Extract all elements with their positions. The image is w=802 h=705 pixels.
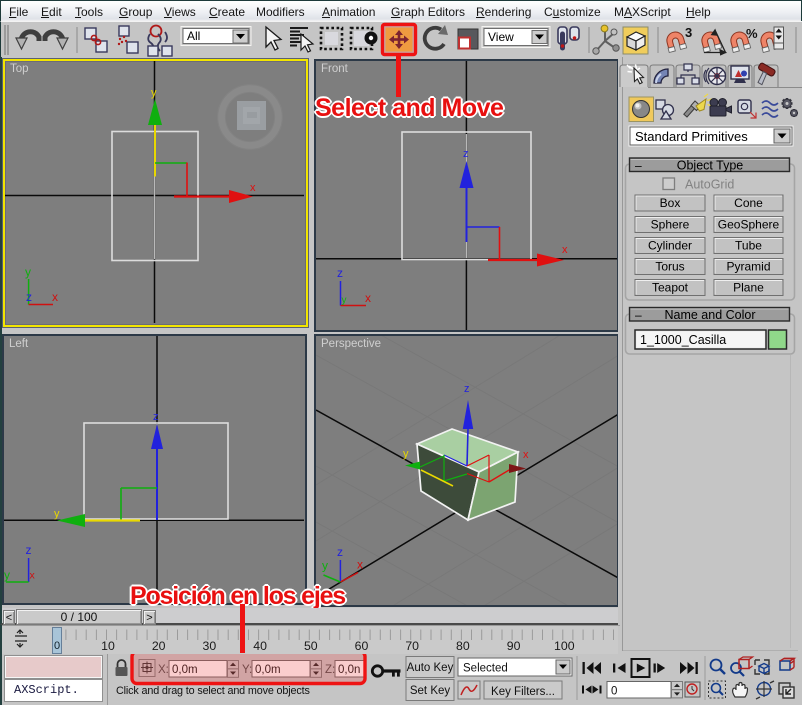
svg-text:80: 80	[456, 639, 470, 653]
svg-text:–: –	[635, 159, 642, 173]
svg-text:y: y	[54, 508, 60, 520]
svg-text:Set Key: Set Key	[410, 685, 451, 697]
svg-text:100: 100	[554, 639, 575, 653]
svg-text:Torus: Torus	[655, 260, 684, 274]
svg-text:Object Type: Object Type	[677, 159, 744, 173]
svg-text:z: z	[153, 411, 159, 423]
svg-text:x: x	[357, 558, 363, 572]
svg-text:AutoGrid: AutoGrid	[685, 178, 734, 192]
svg-text:All: All	[187, 29, 200, 43]
svg-text:x: x	[562, 244, 568, 256]
svg-text:z: z	[337, 545, 343, 559]
svg-text:Box: Box	[660, 196, 681, 210]
svg-text:0: 0	[54, 640, 60, 652]
svg-text:y: y	[25, 265, 31, 279]
svg-text:y: y	[151, 87, 157, 99]
svg-text:y: y	[403, 448, 409, 460]
svg-text:Sphere: Sphere	[651, 218, 690, 232]
svg-text:Cone: Cone	[734, 196, 763, 210]
svg-text:x: x	[365, 291, 371, 305]
svg-text:Selected: Selected	[463, 663, 508, 675]
svg-text:Standard Primitives: Standard Primitives	[635, 129, 748, 144]
svg-text:Pyramid: Pyramid	[726, 260, 770, 274]
svg-text:60: 60	[355, 639, 369, 653]
svg-text:z: z	[463, 148, 469, 160]
svg-text:Key Filters...: Key Filters...	[491, 686, 555, 698]
svg-text:y: y	[4, 568, 10, 582]
svg-text:x: x	[30, 570, 36, 582]
svg-text:90: 90	[507, 639, 521, 653]
svg-text:x: x	[52, 290, 58, 304]
svg-text:z: z	[337, 266, 343, 280]
svg-text:50: 50	[304, 639, 318, 653]
svg-text:y: y	[322, 559, 328, 573]
svg-text:x: x	[250, 182, 256, 194]
svg-text:0: 0	[611, 686, 617, 698]
svg-text:1_1000_Casilla: 1_1000_Casilla	[640, 333, 726, 347]
svg-text:GeoSphere: GeoSphere	[718, 218, 780, 232]
svg-text:3: 3	[685, 25, 692, 40]
svg-text:Cylinder: Cylinder	[648, 239, 692, 253]
svg-text:Tube: Tube	[735, 239, 762, 253]
svg-text:z: z	[464, 383, 470, 395]
svg-text:70: 70	[405, 639, 419, 653]
svg-text:x: x	[523, 449, 529, 461]
svg-text:–: –	[635, 308, 642, 322]
svg-text:View: View	[488, 30, 514, 44]
svg-text:%: %	[746, 26, 758, 41]
svg-text:40: 40	[253, 639, 267, 653]
svg-text:10: 10	[101, 639, 115, 653]
svg-text:y: y	[342, 295, 347, 306]
svg-text:20: 20	[152, 639, 166, 653]
svg-text:Plane: Plane	[733, 281, 764, 295]
svg-text:30: 30	[203, 639, 217, 653]
svg-text:z: z	[26, 290, 32, 304]
svg-text:z: z	[26, 543, 32, 557]
svg-text:Name and Color: Name and Color	[664, 308, 755, 322]
svg-text:Auto Key: Auto Key	[407, 662, 454, 674]
svg-text:Teapot: Teapot	[652, 281, 689, 295]
